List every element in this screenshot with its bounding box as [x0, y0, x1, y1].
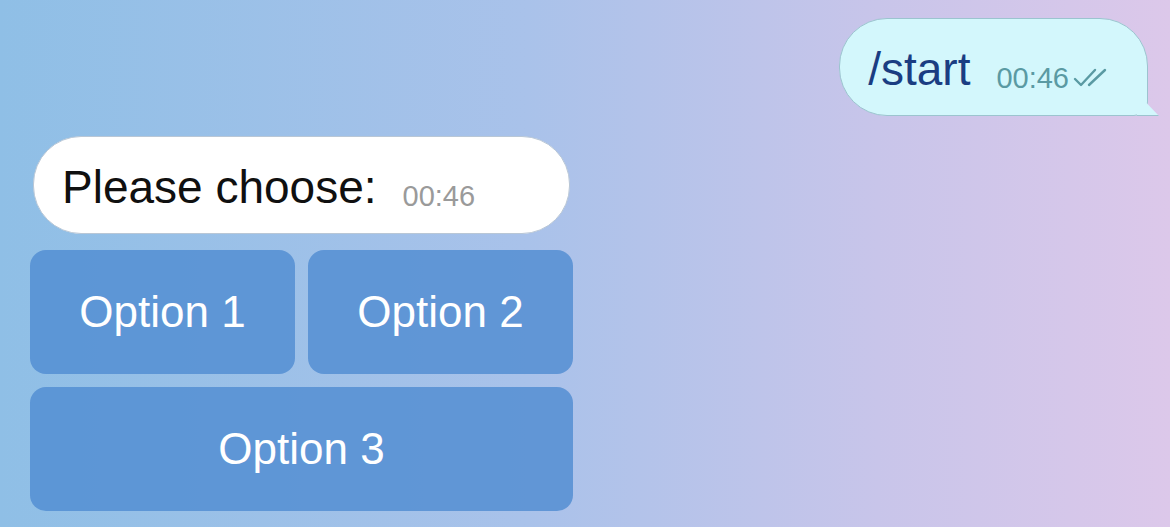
read-ticks-icon — [1073, 66, 1113, 90]
message-text: /start — [868, 41, 970, 97]
message-meta: 00:46 — [403, 179, 476, 215]
keyboard-row: Option 1Option 2 — [30, 250, 573, 374]
inline-keyboard: Option 1Option 2 Option 3 — [30, 250, 573, 511]
message-row: Please choose: 00:46 — [0, 136, 1170, 234]
keyboard-button[interactable]: Option 3 — [30, 387, 573, 511]
chat-screen: /start00:46Please choose:00:46Option 1Op… — [0, 0, 1170, 527]
message-list: /start 00:46 Please choose: 00:46 — [0, 18, 1170, 234]
message-time: 00:46 — [403, 179, 476, 213]
keyboard-button[interactable]: Option 2 — [308, 250, 573, 374]
keyboard-row: Option 3 — [30, 387, 573, 511]
message-row: /start 00:46 — [0, 18, 1170, 116]
message-meta: 00:46 — [996, 61, 1113, 97]
message-time: 00:46 — [996, 61, 1069, 95]
message-bubble: Please choose: 00:46 — [33, 136, 570, 234]
keyboard-button[interactable]: Option 1 — [30, 250, 295, 374]
message-text: Please choose: — [62, 159, 377, 215]
message-bubble: /start 00:46 — [839, 18, 1148, 116]
